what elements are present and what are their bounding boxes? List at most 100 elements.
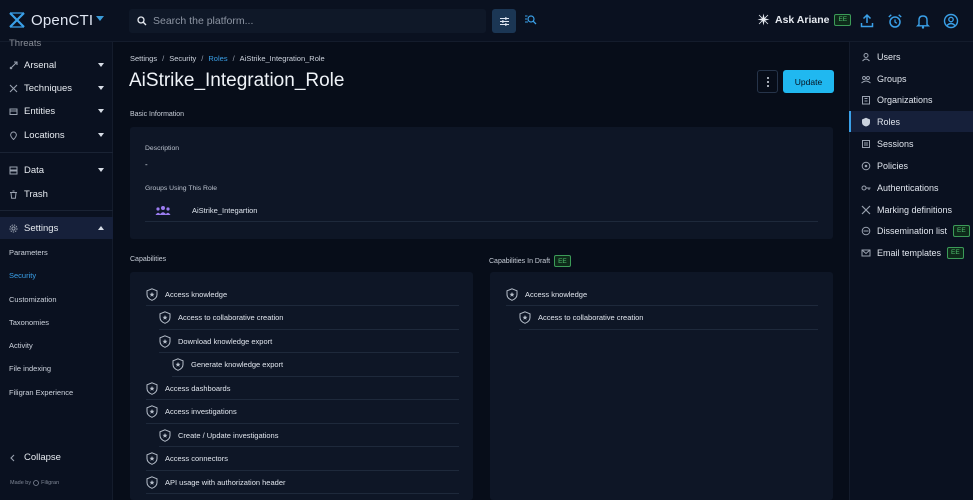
chevron-down-icon[interactable] — [96, 16, 104, 21]
capability-row: Access dashboards — [146, 377, 459, 400]
sidebar-sub-filigran-experience[interactable]: Filigran Experience — [9, 388, 73, 397]
made-by-label: Made by — [10, 480, 32, 486]
chevron-down-icon — [98, 168, 104, 172]
security-menu-label: Organizations — [877, 94, 933, 105]
collapse-button[interactable]: Collapse — [9, 452, 61, 463]
upload-icon[interactable] — [859, 13, 875, 29]
ai-search-icon[interactable] — [524, 14, 537, 26]
sidebar-item-arsenal[interactable]: Arsenal — [0, 54, 113, 76]
sidebar-item-locations[interactable]: Locations — [0, 124, 113, 146]
ee-badge: EE — [834, 13, 852, 26]
capabilities-label: Capabilities — [130, 256, 167, 263]
ee-badge: EE — [947, 246, 964, 259]
security-menu-label: Dissemination list — [877, 225, 948, 236]
breadcrumb-roles[interactable]: Roles — [208, 54, 227, 63]
capability-shield-icon — [146, 381, 158, 395]
security-menu-label: Marking definitions — [877, 204, 953, 215]
capability-row: Access connectors — [146, 448, 459, 471]
account-icon[interactable] — [943, 13, 959, 29]
opencti-logo-icon — [9, 12, 25, 28]
capability-row: Create / Update investigations — [159, 424, 459, 447]
chevron-down-icon — [98, 109, 104, 113]
sidebar-sub-parameters[interactable]: Parameters — [9, 248, 48, 257]
sidebar-item-settings[interactable]: Settings — [0, 217, 113, 239]
search-input[interactable]: Search the platform... — [129, 9, 486, 33]
arsenal-icon — [9, 60, 18, 69]
top-bar: OpenCTI Search the platform... Ask Arian… — [0, 0, 973, 42]
email-icon — [861, 248, 871, 258]
sidebar-item-label: Data — [24, 164, 45, 176]
capability-row: Generate knowledge export — [172, 354, 459, 377]
filter-button[interactable] — [492, 9, 516, 33]
breadcrumb-settings[interactable]: Settings — [130, 54, 157, 63]
sidebar-item-trash[interactable]: Trash — [0, 183, 113, 205]
capability-row: API usage with authorization header — [146, 471, 459, 494]
alarm-icon[interactable] — [887, 13, 903, 29]
capability-shield-icon — [519, 311, 531, 324]
filter-icon — [499, 16, 509, 26]
capability-shield-icon — [146, 452, 158, 465]
security-menu-item-sessions[interactable]: Sessions — [849, 133, 973, 154]
sidebar-item-data[interactable]: Data — [0, 159, 113, 181]
security-menu-item-groups[interactable]: Groups — [849, 68, 973, 89]
security-menu-item-email-templates[interactable]: Email templates EE — [849, 242, 973, 263]
security-menu-item-roles[interactable]: Roles — [849, 111, 973, 132]
capability-shield-icon — [146, 475, 158, 489]
ee-badge: EE — [953, 224, 970, 237]
security-menu-label: Users — [877, 51, 901, 62]
more-actions-button[interactable] — [757, 70, 778, 93]
capabilities-draft-header: Capabilities In Draft EE — [489, 255, 571, 267]
security-menu-item-users[interactable]: Users — [849, 46, 973, 67]
security-menu-label: Groups — [877, 73, 907, 84]
ee-badge: EE — [554, 255, 571, 267]
security-menu-item-organizations[interactable]: Organizations — [849, 89, 973, 110]
settings-icon — [9, 224, 18, 232]
made-by-brand: Filigran — [41, 480, 60, 486]
capability-label: Create / Update investigations — [178, 430, 279, 440]
app-logo[interactable]: OpenCTI — [8, 11, 93, 29]
chevron-down-icon — [98, 86, 104, 90]
group-name[interactable]: AiStrike_Integartion — [192, 206, 257, 215]
ask-ariane-button[interactable]: Ask Ariane EE — [757, 13, 852, 26]
bell-icon[interactable] — [915, 13, 931, 29]
sidebar-sub-file-indexing[interactable]: File indexing — [9, 364, 51, 373]
capability-label: Access investigations — [165, 407, 237, 416]
capability-shield-icon — [159, 428, 171, 442]
search-placeholder: Search the platform... — [153, 15, 254, 27]
sidebar-item-label: Arsenal — [24, 59, 57, 71]
sidebar-sub-activity[interactable]: Activity — [9, 341, 33, 350]
made-by-filigran: Made by Filigran — [10, 480, 59, 486]
data-icon — [9, 166, 18, 174]
more-vert-icon — [766, 76, 769, 79]
capability-row: Access to collaborative creation — [159, 307, 459, 330]
sidebar-item-entities[interactable]: Entities — [0, 100, 113, 122]
sidebar-item-techniques[interactable]: Techniques — [0, 77, 113, 99]
security-menu-item-marking-definitions[interactable]: Marking definitions — [849, 199, 973, 220]
sidebar-sub-security[interactable]: Security — [9, 271, 36, 280]
capability-shield-icon — [146, 405, 158, 418]
breadcrumb-current: AiStrike_Integration_Role — [239, 54, 325, 63]
entities-icon — [9, 108, 18, 115]
security-menu-label: Roles — [877, 116, 901, 127]
capability-row: Access to collaborative creation — [519, 307, 818, 330]
sidebar-sub-taxonomies[interactable]: Taxonomies — [9, 318, 49, 327]
security-menu-label: Policies — [877, 160, 909, 171]
update-button[interactable]: Update — [783, 70, 834, 93]
sidebar-item-threats[interactable]: Threats — [0, 32, 113, 54]
capability-label: Access to collaborative creation — [538, 313, 644, 322]
breadcrumb-security[interactable]: Security — [169, 54, 196, 63]
capability-shield-icon — [172, 358, 184, 371]
sidebar-sub-customization[interactable]: Customization — [9, 295, 57, 304]
locations-icon — [10, 130, 17, 140]
description-value: - — [145, 160, 148, 169]
ariane-sparkle-icon — [757, 13, 770, 26]
security-menu-item-authentications[interactable]: Authentications — [849, 177, 973, 198]
chevron-down-icon — [98, 63, 104, 67]
capability-shield-icon — [159, 311, 171, 324]
capability-row: Access knowledge — [506, 283, 818, 306]
sidebar-divider — [0, 152, 113, 153]
security-menu-item-policies[interactable]: Policies — [849, 155, 973, 176]
capability-label: Access dashboards — [165, 383, 231, 393]
capability-row: Download knowledge export — [159, 330, 459, 353]
security-menu-item-dissemination-list[interactable]: Dissemination list EE — [849, 220, 973, 241]
